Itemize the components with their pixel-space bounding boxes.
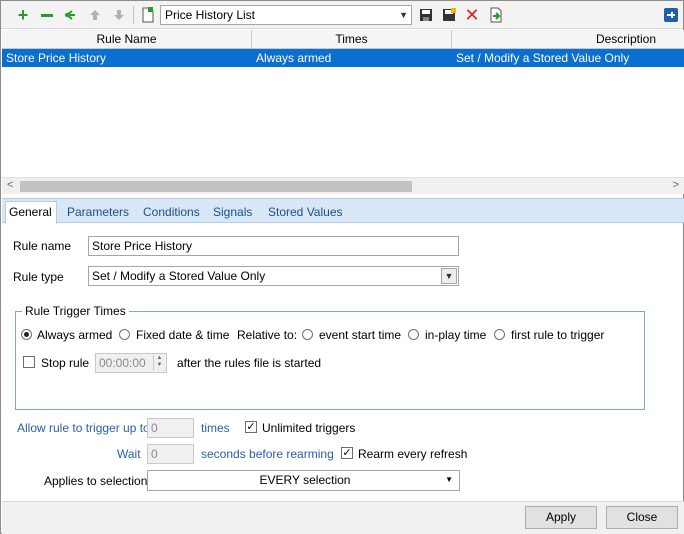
rule-list-select-value: Price History List <box>165 8 256 22</box>
cell-rule-name: Store Price History <box>6 51 107 65</box>
rule-type-select[interactable]: Set / Modify a Stored Value Only ▼ <box>88 266 459 286</box>
cell-description: Set / Modify a Stored Value Only <box>456 51 630 65</box>
stop-time-input[interactable]: 00:00:00 ▲ ▼ <box>95 353 167 373</box>
allow-trigger-input[interactable]: 0 <box>147 418 194 438</box>
stop-time-value: 00:00:00 <box>99 356 146 370</box>
scroll-right-icon[interactable]: > <box>673 179 679 191</box>
scrollbar-thumb[interactable] <box>20 181 412 192</box>
rearm-every-refresh-label[interactable]: Rearm every refresh <box>358 446 467 462</box>
branch-icon[interactable] <box>61 5 81 25</box>
wait-label: Wait <box>117 447 141 461</box>
applies-to-selection-label: Applies to selection <box>44 474 148 488</box>
pin-icon[interactable] <box>661 5 681 25</box>
event-start-radio[interactable] <box>302 329 313 340</box>
first-rule-radio[interactable] <box>494 329 505 340</box>
rules-grid: Rule Name Times Description Store Price … <box>2 30 684 194</box>
grid-header: Rule Name Times Description <box>2 30 684 49</box>
rule-name-input[interactable]: Store Price History <box>88 236 459 256</box>
delete-icon[interactable]: ✕ <box>462 5 482 25</box>
seconds-before-rearming-label: seconds before rearming <box>201 447 334 461</box>
tab-signals[interactable]: Signals <box>210 202 255 224</box>
new-file-icon[interactable] <box>138 5 158 25</box>
cell-times: Always armed <box>256 51 332 65</box>
chevron-down-icon: ▼ <box>445 475 453 484</box>
always-armed-label[interactable]: Always armed <box>37 327 112 343</box>
column-header-times[interactable]: Times <box>252 30 452 49</box>
save-icon[interactable] <box>416 5 436 25</box>
after-started-label: after the rules file is started <box>177 356 322 370</box>
applies-to-selection-value: EVERY selection <box>259 473 351 487</box>
applies-to-selection-select[interactable]: EVERY selection ▼ <box>147 470 460 491</box>
unlimited-triggers-checkbox[interactable]: ✓ <box>245 421 257 433</box>
allow-trigger-label: Allow rule to trigger up to <box>17 421 150 435</box>
event-start-label[interactable]: event start time <box>319 327 401 343</box>
remove-icon[interactable] <box>37 5 57 25</box>
in-play-radio[interactable] <box>408 329 419 340</box>
chevron-down-icon: ▼ <box>399 10 408 20</box>
times-label: times <box>201 421 230 435</box>
tab-strip: General Parameters Conditions Signals St… <box>2 198 684 224</box>
spinner-icon[interactable]: ▲ ▼ <box>153 355 165 371</box>
move-down-icon[interactable] <box>109 5 129 25</box>
tab-general[interactable]: General <box>5 201 57 224</box>
rule-trigger-times-title: Rule Trigger Times <box>22 304 129 318</box>
chevron-down-icon[interactable]: ▼ <box>441 268 457 284</box>
rule-type-label: Rule type <box>13 270 64 284</box>
wait-input[interactable]: 0 <box>147 444 194 464</box>
first-rule-label[interactable]: first rule to trigger <box>511 327 604 343</box>
add-icon[interactable]: + <box>13 5 33 25</box>
apply-button[interactable]: Apply <box>525 506 597 529</box>
toolbar: + Price History List ▼ ✕ <box>1 1 683 29</box>
move-up-icon[interactable] <box>85 5 105 25</box>
column-header-rule-name[interactable]: Rule Name <box>2 30 252 49</box>
in-play-label[interactable]: in-play time <box>425 327 486 343</box>
column-header-description[interactable]: Description <box>452 30 684 49</box>
always-armed-radio[interactable] <box>21 329 32 340</box>
rule-name-label: Rule name <box>13 239 72 253</box>
tab-parameters[interactable]: Parameters <box>64 202 132 224</box>
fixed-date-radio[interactable] <box>119 329 130 340</box>
tab-stored-values[interactable]: Stored Values <box>265 202 346 224</box>
unlimited-triggers-label[interactable]: Unlimited triggers <box>262 420 355 436</box>
rule-list-select[interactable]: Price History List ▼ <box>160 5 412 25</box>
relative-to-label: Relative to: <box>237 328 298 342</box>
fixed-date-label[interactable]: Fixed date & time <box>136 327 229 343</box>
export-icon[interactable] <box>486 5 506 25</box>
tab-conditions[interactable]: Conditions <box>140 202 203 224</box>
horizontal-scrollbar[interactable]: < > <box>2 177 684 194</box>
stop-rule-checkbox[interactable] <box>23 356 35 368</box>
close-button[interactable]: Close <box>606 506 678 529</box>
rearm-every-refresh-checkbox[interactable]: ✓ <box>341 447 353 459</box>
stop-rule-label[interactable]: Stop rule <box>41 355 89 371</box>
rule-type-value: Set / Modify a Stored Value Only <box>92 269 266 283</box>
save-as-icon[interactable] <box>439 5 459 25</box>
rule-editor-window: + Price History List ▼ ✕ Rule Name Times… <box>0 0 684 534</box>
table-row[interactable]: Store Price History Always armed Set / M… <box>2 49 684 67</box>
scroll-left-icon[interactable]: < <box>7 179 13 191</box>
toolbar-separator <box>133 6 134 24</box>
